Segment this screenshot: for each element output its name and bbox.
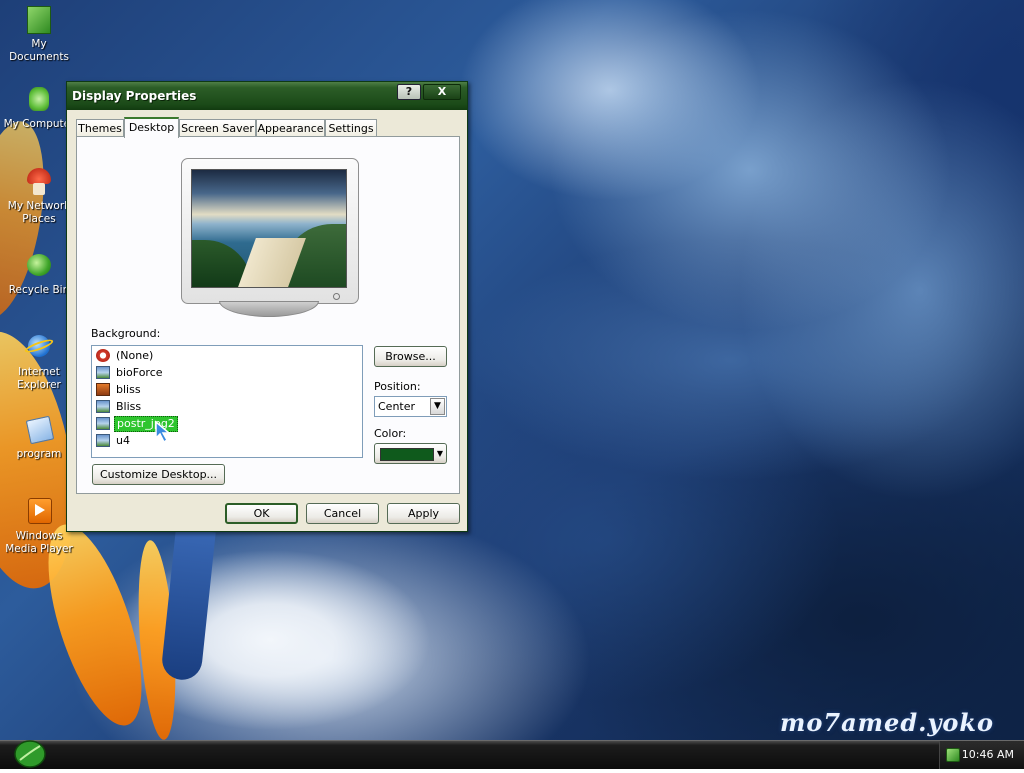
- internet-explorer-icon: [23, 332, 55, 364]
- monitor-preview: [181, 158, 359, 320]
- desktop-icon-label: Windows Media Player: [5, 530, 73, 555]
- desktop-icon-label: Internet Explorer: [17, 366, 61, 391]
- image-file-icon: [96, 417, 110, 430]
- wallpaper-blue-column: [160, 528, 216, 682]
- close-button[interactable]: X: [423, 84, 461, 100]
- monitor-stand: [219, 301, 319, 317]
- my-computer-icon: [23, 84, 55, 116]
- browse-button[interactable]: Browse...: [374, 346, 447, 367]
- tab-strip: Themes Desktop Screen Saver Appearance S…: [76, 117, 460, 138]
- system-tray: 10:46 AM: [939, 741, 1024, 769]
- tab-themes[interactable]: Themes: [76, 119, 124, 136]
- cancel-button[interactable]: Cancel: [306, 503, 379, 524]
- color-swatch: [380, 448, 434, 461]
- desktop-icon-label: My Computer: [3, 118, 75, 130]
- customize-desktop-button[interactable]: Customize Desktop...: [92, 464, 225, 485]
- wallpaper-signature: mo7amed.yoko: [780, 708, 995, 737]
- clock[interactable]: 10:46 AM: [962, 748, 1014, 761]
- position-label: Position:: [374, 380, 421, 393]
- dialog-title: Display Properties: [72, 89, 197, 103]
- display-properties-dialog: Display Properties ? X Themes Desktop Sc…: [66, 81, 468, 532]
- monitor-bezel: [181, 158, 359, 304]
- monitor-power-led: [333, 293, 340, 300]
- position-value: Center: [378, 400, 416, 413]
- help-button[interactable]: ?: [397, 84, 421, 100]
- my-network-places-icon: [23, 166, 55, 198]
- none-icon: [96, 349, 110, 362]
- desktop-tab-panel: Background: (None) bioForce bliss Bliss …: [76, 136, 460, 494]
- start-button[interactable]: [12, 738, 48, 770]
- tab-appearance[interactable]: Appearance: [256, 119, 325, 136]
- desktop-icon-my-documents[interactable]: My Documents: [0, 4, 78, 64]
- chevron-down-icon[interactable]: ▼: [430, 398, 445, 415]
- leaf-icon: [14, 740, 46, 768]
- color-label: Color:: [374, 427, 407, 440]
- background-label: Background:: [91, 327, 161, 340]
- image-file-icon: [96, 383, 110, 396]
- image-file-icon: [96, 400, 110, 413]
- desktop-icon-label: program: [16, 448, 62, 460]
- windows-media-player-icon: [23, 496, 55, 528]
- ok-button[interactable]: OK: [225, 503, 298, 524]
- apply-button[interactable]: Apply: [387, 503, 460, 524]
- taskbar: 10:46 AM: [0, 740, 1024, 769]
- folder-icon: [23, 414, 55, 446]
- tab-screen-saver[interactable]: Screen Saver: [179, 119, 256, 136]
- image-file-icon: [96, 434, 110, 447]
- desktop-icon-label: Recycle Bin: [8, 284, 70, 296]
- mouse-cursor-icon: [155, 420, 172, 444]
- image-file-icon: [96, 366, 110, 379]
- background-list[interactable]: (None) bioForce bliss Bliss postr_jpg2 u…: [91, 345, 363, 458]
- my-documents-icon: [23, 4, 55, 36]
- wallpaper-preview: [191, 169, 347, 288]
- tab-settings[interactable]: Settings: [325, 119, 377, 136]
- desktop-icon-label: My Documents: [9, 38, 69, 63]
- title-bar[interactable]: Display Properties ? X: [67, 82, 467, 110]
- color-picker-button[interactable]: ▼: [374, 443, 447, 464]
- chevron-down-icon: ▼: [436, 449, 443, 458]
- tab-desktop[interactable]: Desktop: [124, 117, 179, 138]
- recycle-bin-icon: [23, 250, 55, 282]
- desktop-icon-label: My Network Places: [7, 200, 71, 225]
- position-dropdown[interactable]: Center ▼: [374, 396, 447, 417]
- network-icon[interactable]: [946, 748, 960, 762]
